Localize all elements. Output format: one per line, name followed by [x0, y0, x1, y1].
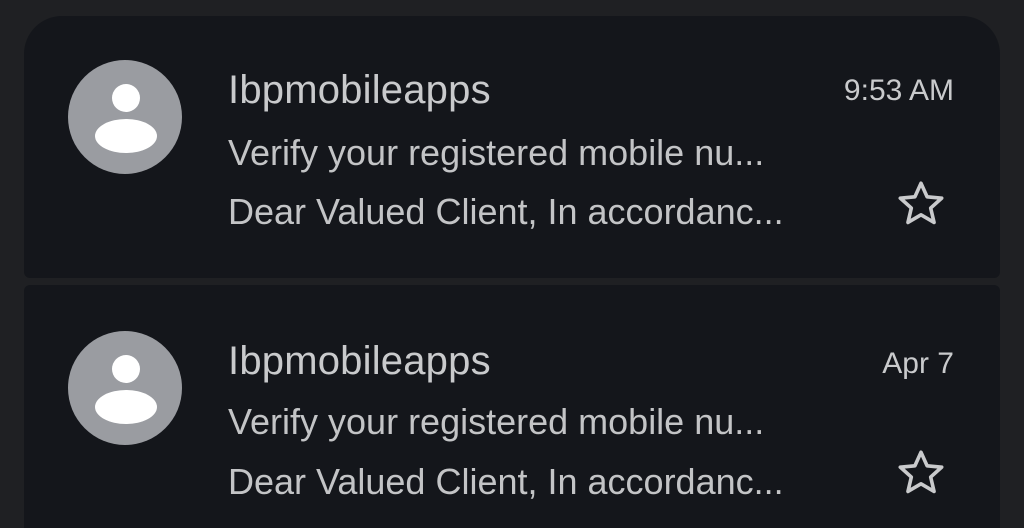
message-subject: Verify your registered mobile nu...	[228, 401, 765, 442]
person-icon	[112, 84, 140, 112]
person-icon	[112, 355, 140, 383]
message-time: Apr 7	[882, 347, 954, 380]
email-list: Ibpmobileapps 9:53 AM Verify your regist…	[0, 0, 1024, 528]
sender-name: Ibpmobileapps	[228, 68, 491, 112]
sender-avatar[interactable]	[68, 331, 182, 445]
message-subject: Verify your registered mobile nu...	[228, 132, 765, 173]
email-list-item[interactable]: Ibpmobileapps 9:53 AM Verify your regist…	[24, 16, 1000, 278]
sender-avatar[interactable]	[68, 60, 182, 174]
star-outline-icon[interactable]	[894, 446, 948, 500]
star-outline-icon[interactable]	[894, 177, 948, 231]
message-time: 9:53 AM	[843, 74, 954, 107]
email-list-item[interactable]: Ibpmobileapps Apr 7 Verify your register…	[24, 285, 1000, 528]
person-icon-body	[95, 390, 157, 424]
message-snippet: Dear Valued Client, In accordanc...	[228, 191, 784, 232]
person-icon-body	[95, 119, 157, 153]
message-snippet: Dear Valued Client, In accordanc...	[228, 461, 784, 502]
sender-name: Ibpmobileapps	[228, 339, 491, 383]
